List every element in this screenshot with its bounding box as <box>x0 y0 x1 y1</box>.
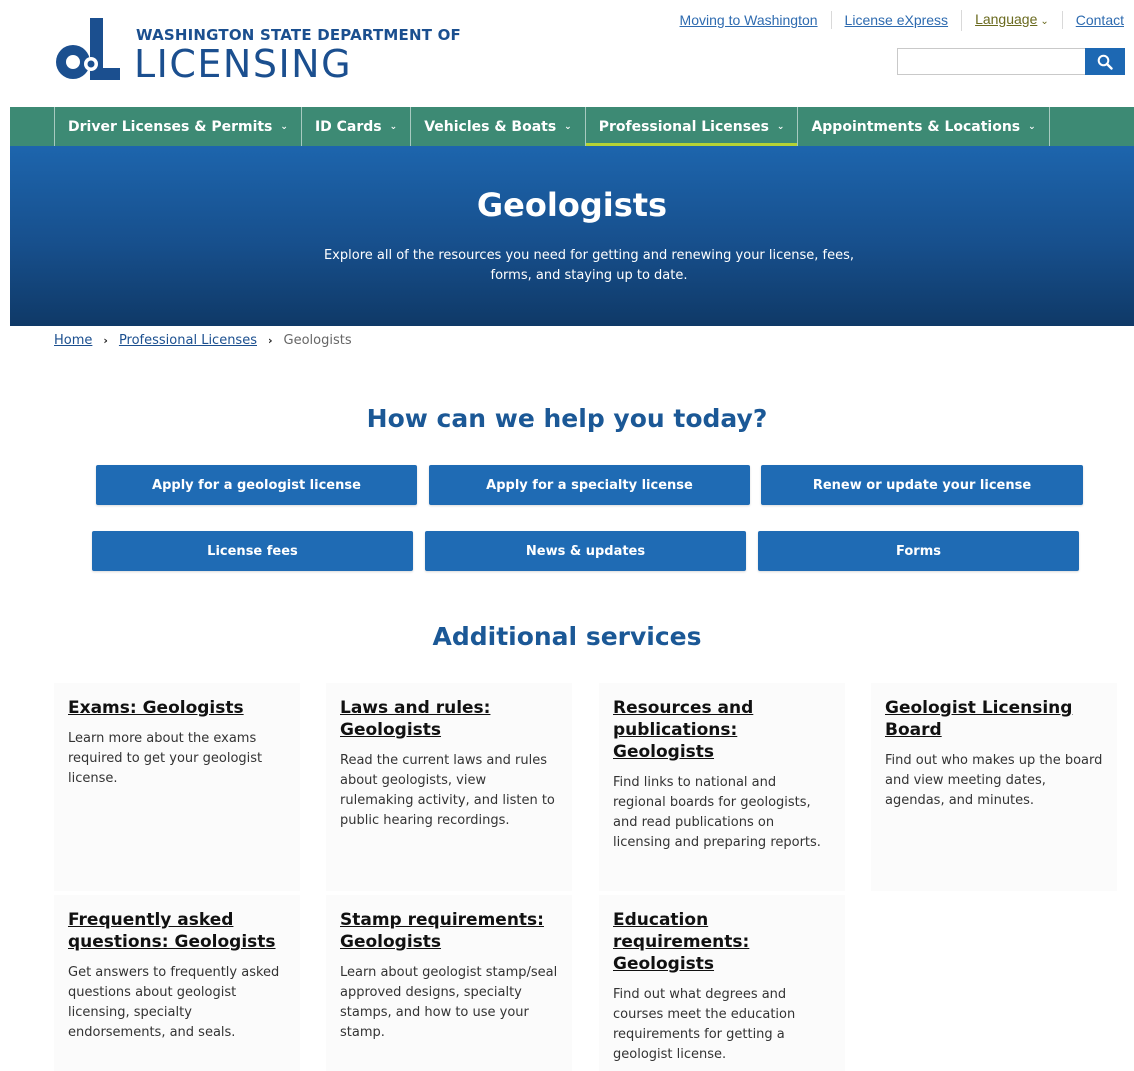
nav-item-driver-licenses[interactable]: Driver Licenses & Permits ⌄ <box>55 107 302 146</box>
faq-link[interactable]: Frequently asked questions: Geologists <box>68 909 286 953</box>
nav-item-label: Professional Licenses <box>598 118 769 135</box>
nav-item-id-cards[interactable]: ID Cards ⌄ <box>302 107 412 146</box>
chevron-down-icon: ⌄ <box>564 121 572 132</box>
nav-item-label: Appointments & Locations <box>811 118 1021 135</box>
chevron-down-icon: ⌄ <box>1040 15 1049 27</box>
breadcrumb: Home › Professional Licenses › Geologist… <box>54 333 352 348</box>
card-description: Learn more about the exams required to g… <box>68 731 263 786</box>
license-fees-button[interactable]: License fees <box>92 531 413 571</box>
service-card: Laws and rules: Geologists Read the curr… <box>326 683 572 891</box>
nav-item-professional-licenses[interactable]: Professional Licenses ⌄ <box>585 107 799 146</box>
card-description: Find out who makes up the board and view… <box>885 753 1103 808</box>
card-description: Find out what degrees and courses meet t… <box>613 987 796 1062</box>
resources-publications-link[interactable]: Resources and publications: Geologists <box>613 697 831 763</box>
site-header: WASHINGTON STATE DEPARTMENT OF LICENSING… <box>0 0 1134 107</box>
chevron-down-icon: ⌄ <box>1028 121 1036 132</box>
dol-logo-mark-icon <box>56 18 120 80</box>
nav-item-label: Driver Licenses & Permits <box>68 118 273 135</box>
moving-to-washington-link[interactable]: Moving to Washington <box>667 11 831 29</box>
nav-item-label: ID Cards <box>314 118 382 135</box>
contact-link[interactable]: Contact <box>1061 11 1124 29</box>
chevron-down-icon: ⌄ <box>389 121 398 132</box>
dol-logo[interactable]: WASHINGTON STATE DEPARTMENT OF LICENSING <box>54 16 461 86</box>
apply-geologist-license-button[interactable]: Apply for a geologist license <box>96 465 417 505</box>
search-input[interactable] <box>897 48 1085 75</box>
utility-nav: Moving to Washington License eXpress Lan… <box>667 9 1124 31</box>
chevron-down-icon: ⌄ <box>280 121 288 132</box>
education-requirements-link[interactable]: Education requirements: Geologists <box>613 909 831 975</box>
laws-rules-link[interactable]: Laws and rules: Geologists <box>340 697 558 741</box>
stamp-requirements-link[interactable]: Stamp requirements: Geologists <box>340 909 558 953</box>
breadcrumb-home-link[interactable]: Home <box>54 333 92 348</box>
card-description: Find links to national and regional boar… <box>613 775 821 850</box>
service-card: Stamp requirements: Geologists Learn abo… <box>326 895 572 1071</box>
breadcrumb-professional-licenses-link[interactable]: Professional Licenses <box>119 333 257 348</box>
help-heading: How can we help you today? <box>366 404 768 433</box>
card-description: Read the current laws and rules about ge… <box>340 753 555 828</box>
site-search <box>897 48 1125 75</box>
logo-licensing-text: LICENSING <box>134 42 353 86</box>
license-express-link[interactable]: License eXpress <box>830 11 962 29</box>
chevron-right-icon: › <box>267 334 273 347</box>
language-dropdown[interactable]: Language ⌄ <box>961 9 1062 31</box>
service-card: Education requirements: Geologists Find … <box>599 895 845 1071</box>
nav-item-label: Vehicles & Boats <box>424 118 557 135</box>
chevron-right-icon: › <box>103 334 108 347</box>
nav-item-vehicles-boats[interactable]: Vehicles & Boats ⌄ <box>411 107 586 146</box>
forms-button[interactable]: Forms <box>758 531 1079 571</box>
service-card: Resources and publications: Geologists F… <box>599 683 845 891</box>
service-card: Frequently asked questions: Geologists G… <box>54 895 300 1071</box>
page-title: Geologists <box>476 186 668 224</box>
service-card: Geologist Licensing Board Find out who m… <box>871 683 1117 891</box>
hero-banner: Geologists Explore all of the resources … <box>10 146 1134 326</box>
news-updates-button[interactable]: News & updates <box>425 531 746 571</box>
card-description: Learn about geologist stamp/seal approve… <box>340 965 558 1040</box>
additional-services-heading: Additional services <box>432 622 702 651</box>
main-nav: Driver Licenses & Permits ⌄ ID Cards ⌄ Veh… <box>10 107 1134 146</box>
breadcrumb-current: Geologists <box>283 333 352 348</box>
apply-specialty-license-button[interactable]: Apply for a specialty license <box>429 465 750 505</box>
search-button[interactable] <box>1085 48 1125 75</box>
exams-link[interactable]: Exams: Geologists <box>68 697 286 719</box>
hero-description: Explore all of the resources you need fo… <box>323 248 855 283</box>
nav-item-appointments-locations[interactable]: Appointments & Locations ⌄ <box>798 107 1050 146</box>
search-icon <box>1097 54 1113 70</box>
licensing-board-link[interactable]: Geologist Licensing Board <box>885 697 1103 741</box>
chevron-down-icon: ⌄ <box>776 121 785 132</box>
language-label: Language <box>975 10 1038 27</box>
card-description: Get answers to frequently asked question… <box>68 965 280 1040</box>
service-card: Exams: Geologists Learn more about the e… <box>54 683 300 891</box>
renew-update-license-button[interactable]: Renew or update your license <box>761 465 1083 505</box>
